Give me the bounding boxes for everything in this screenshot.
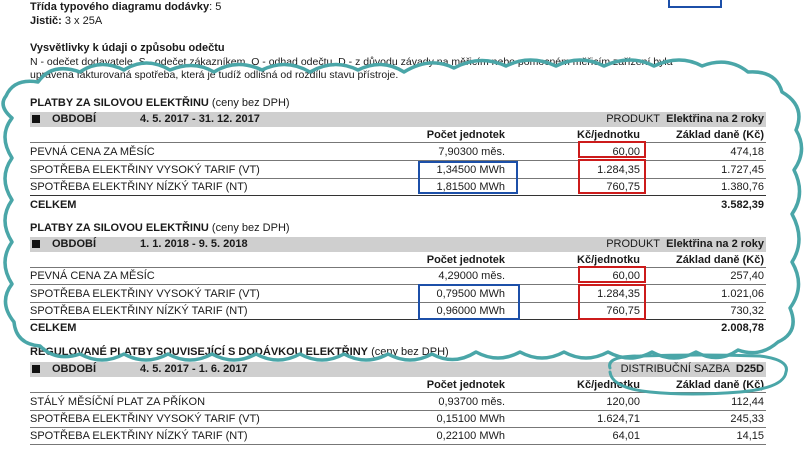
distribution-rate-oval [608,353,788,396]
cloud-outline [1,58,804,362]
cloud-annotation [1,58,804,396]
